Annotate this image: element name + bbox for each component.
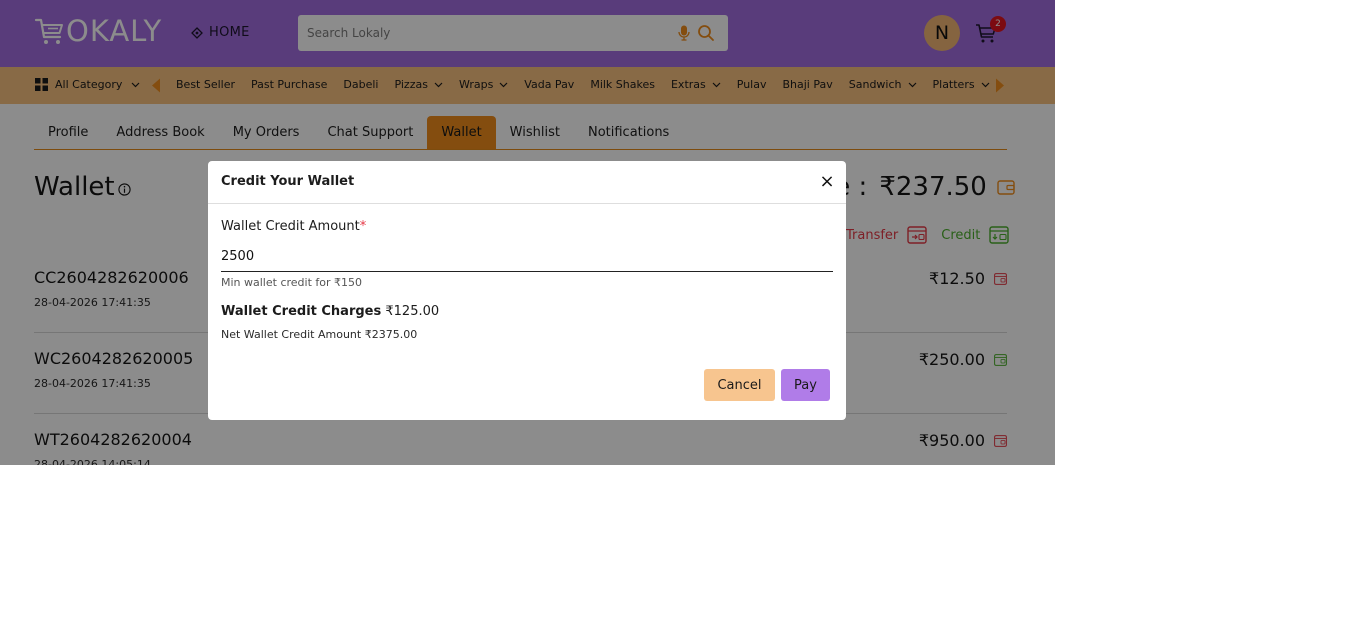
- app-window: OKALY HOME N: [0, 0, 1055, 465]
- net-value: ₹2375.00: [364, 328, 418, 341]
- net-label: Net Wallet Credit Amount: [221, 328, 362, 341]
- min-credit-hint: Min wallet credit for ₹150: [221, 276, 363, 289]
- credit-amount-input[interactable]: [221, 241, 833, 272]
- charges-value: ₹125.00: [385, 304, 440, 319]
- amount-label-text: Wallet Credit Amount: [221, 219, 360, 234]
- net-credit-amount: Net Wallet Credit Amount ₹2375.00: [221, 328, 417, 341]
- amount-field-label: Wallet Credit Amount*: [221, 219, 366, 234]
- credit-charges: Wallet Credit Charges ₹125.00: [221, 304, 439, 319]
- modal-header: Credit Your Wallet ×: [208, 161, 846, 204]
- pay-button[interactable]: Pay: [781, 369, 830, 401]
- credit-wallet-modal: Credit Your Wallet × Wallet Credit Amoun…: [208, 161, 846, 420]
- close-icon[interactable]: ×: [819, 173, 835, 191]
- required-marker: *: [359, 219, 367, 234]
- charges-label: Wallet Credit Charges: [221, 304, 382, 319]
- cancel-button[interactable]: Cancel: [704, 369, 775, 401]
- modal-title: Credit Your Wallet: [221, 174, 355, 189]
